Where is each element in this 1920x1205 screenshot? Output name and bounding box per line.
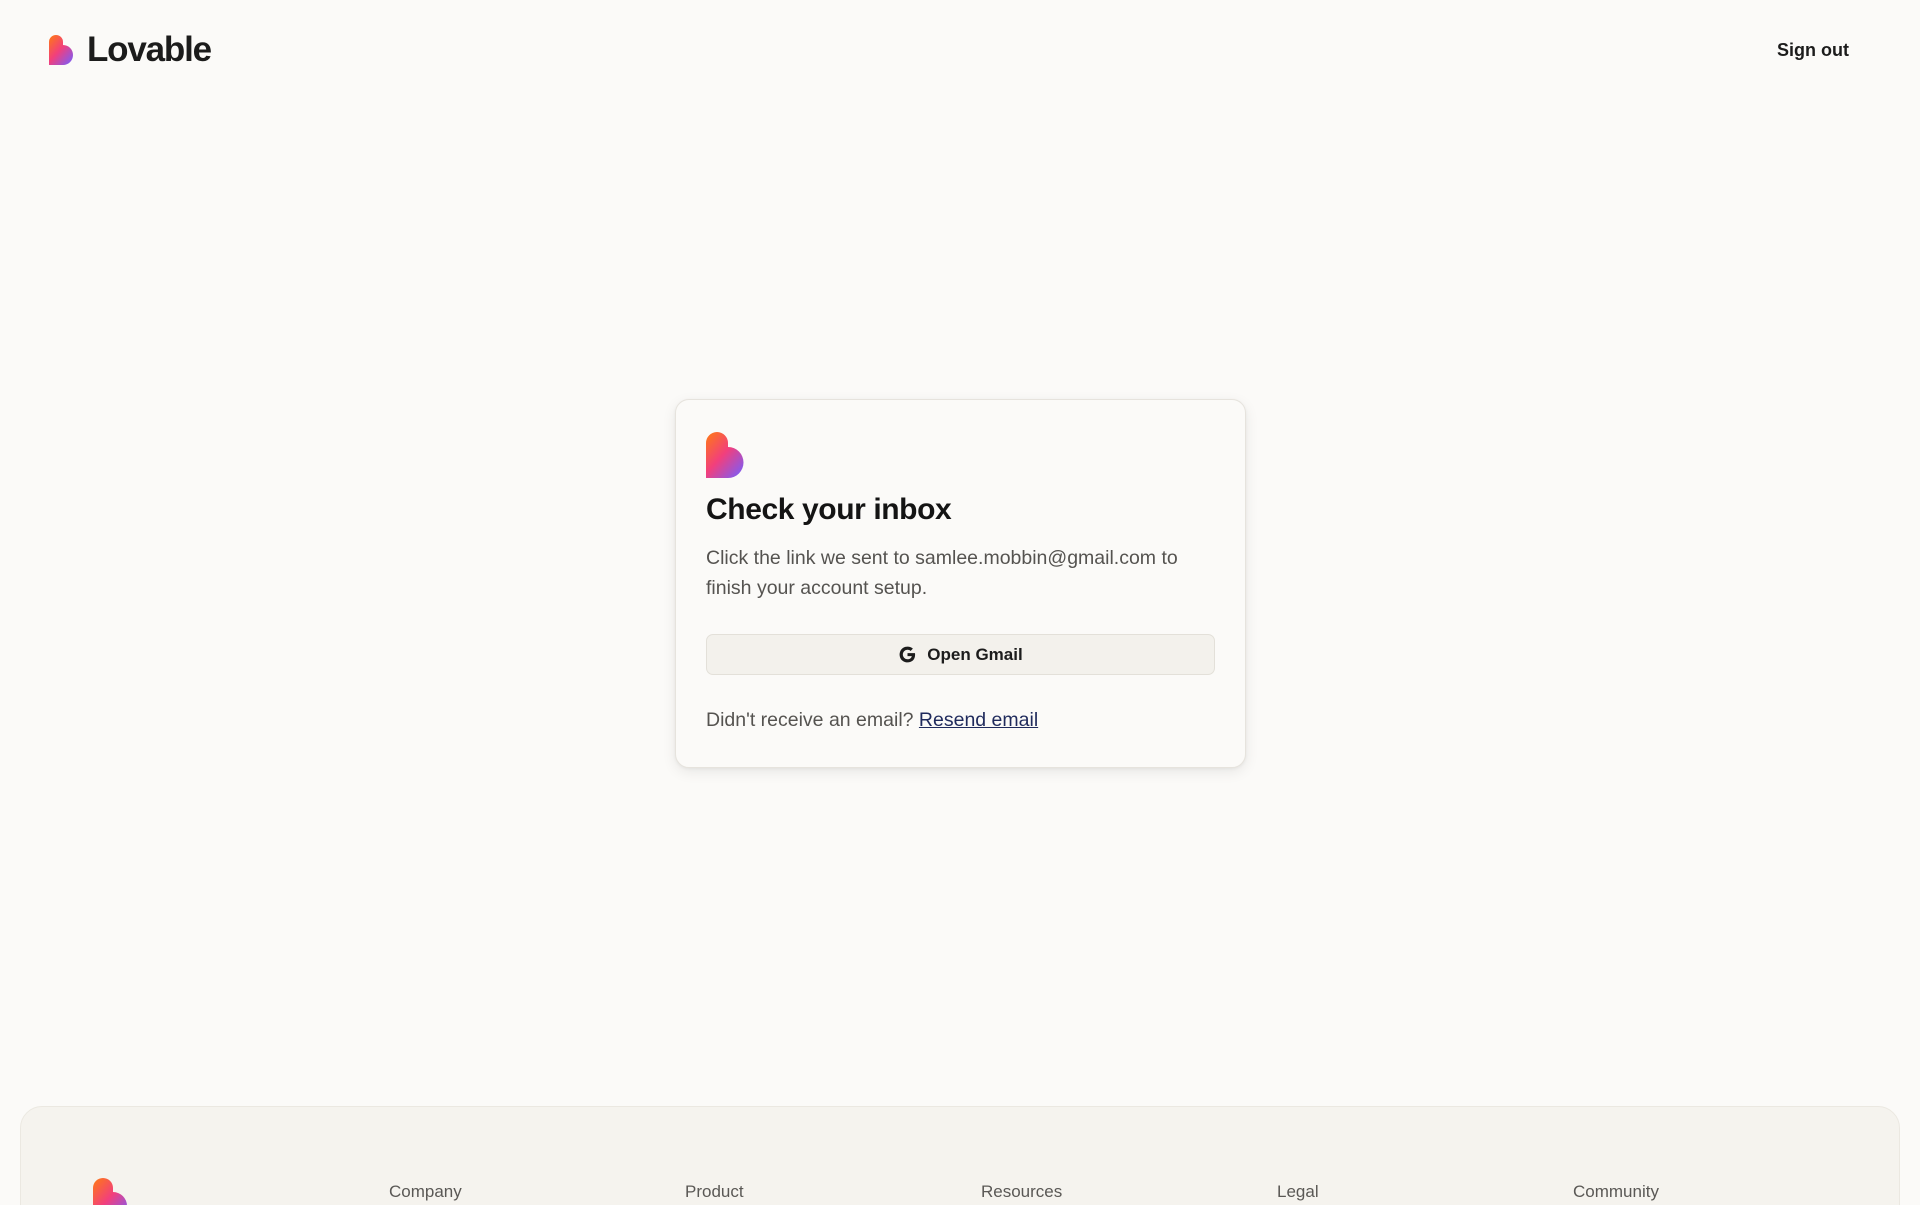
footer-heading-company: Company	[389, 1182, 462, 1201]
footer-heading-community: Community	[1573, 1182, 1659, 1201]
sign-out-button[interactable]: Sign out	[1777, 38, 1849, 62]
open-gmail-label: Open Gmail	[927, 644, 1023, 664]
footer-heading-product: Product	[685, 1182, 744, 1201]
open-gmail-button[interactable]: Open Gmail	[706, 634, 1215, 675]
card-description: Click the link we sent to samlee.mobbin@…	[706, 547, 1178, 599]
heart-logo-icon	[706, 432, 752, 478]
card-title: Check your inbox	[706, 493, 952, 526]
check-inbox-card: Check your inbox Click the link we sent …	[675, 399, 1246, 768]
heart-logo-icon	[49, 35, 79, 65]
google-g-icon	[898, 645, 917, 664]
resend-row: Didn't receive an email? Resend email	[706, 706, 1038, 734]
resend-prompt: Didn't receive an email?	[706, 709, 914, 731]
footer-heading-resources: Resources	[981, 1182, 1063, 1201]
page: Lovable Sign out Check your inbox Click …	[0, 0, 1920, 1205]
footer-heading-legal: Legal	[1277, 1182, 1319, 1201]
resend-email-link[interactable]: Resend email	[919, 709, 1038, 731]
top-header: Lovable Sign out	[0, 0, 1920, 100]
footer: Company Product Resources Legal Communit…	[20, 1106, 1900, 1205]
brand-name: Lovable	[87, 30, 212, 69]
brand-logo-link[interactable]: Lovable	[49, 28, 212, 72]
heart-logo-icon	[93, 1178, 135, 1205]
